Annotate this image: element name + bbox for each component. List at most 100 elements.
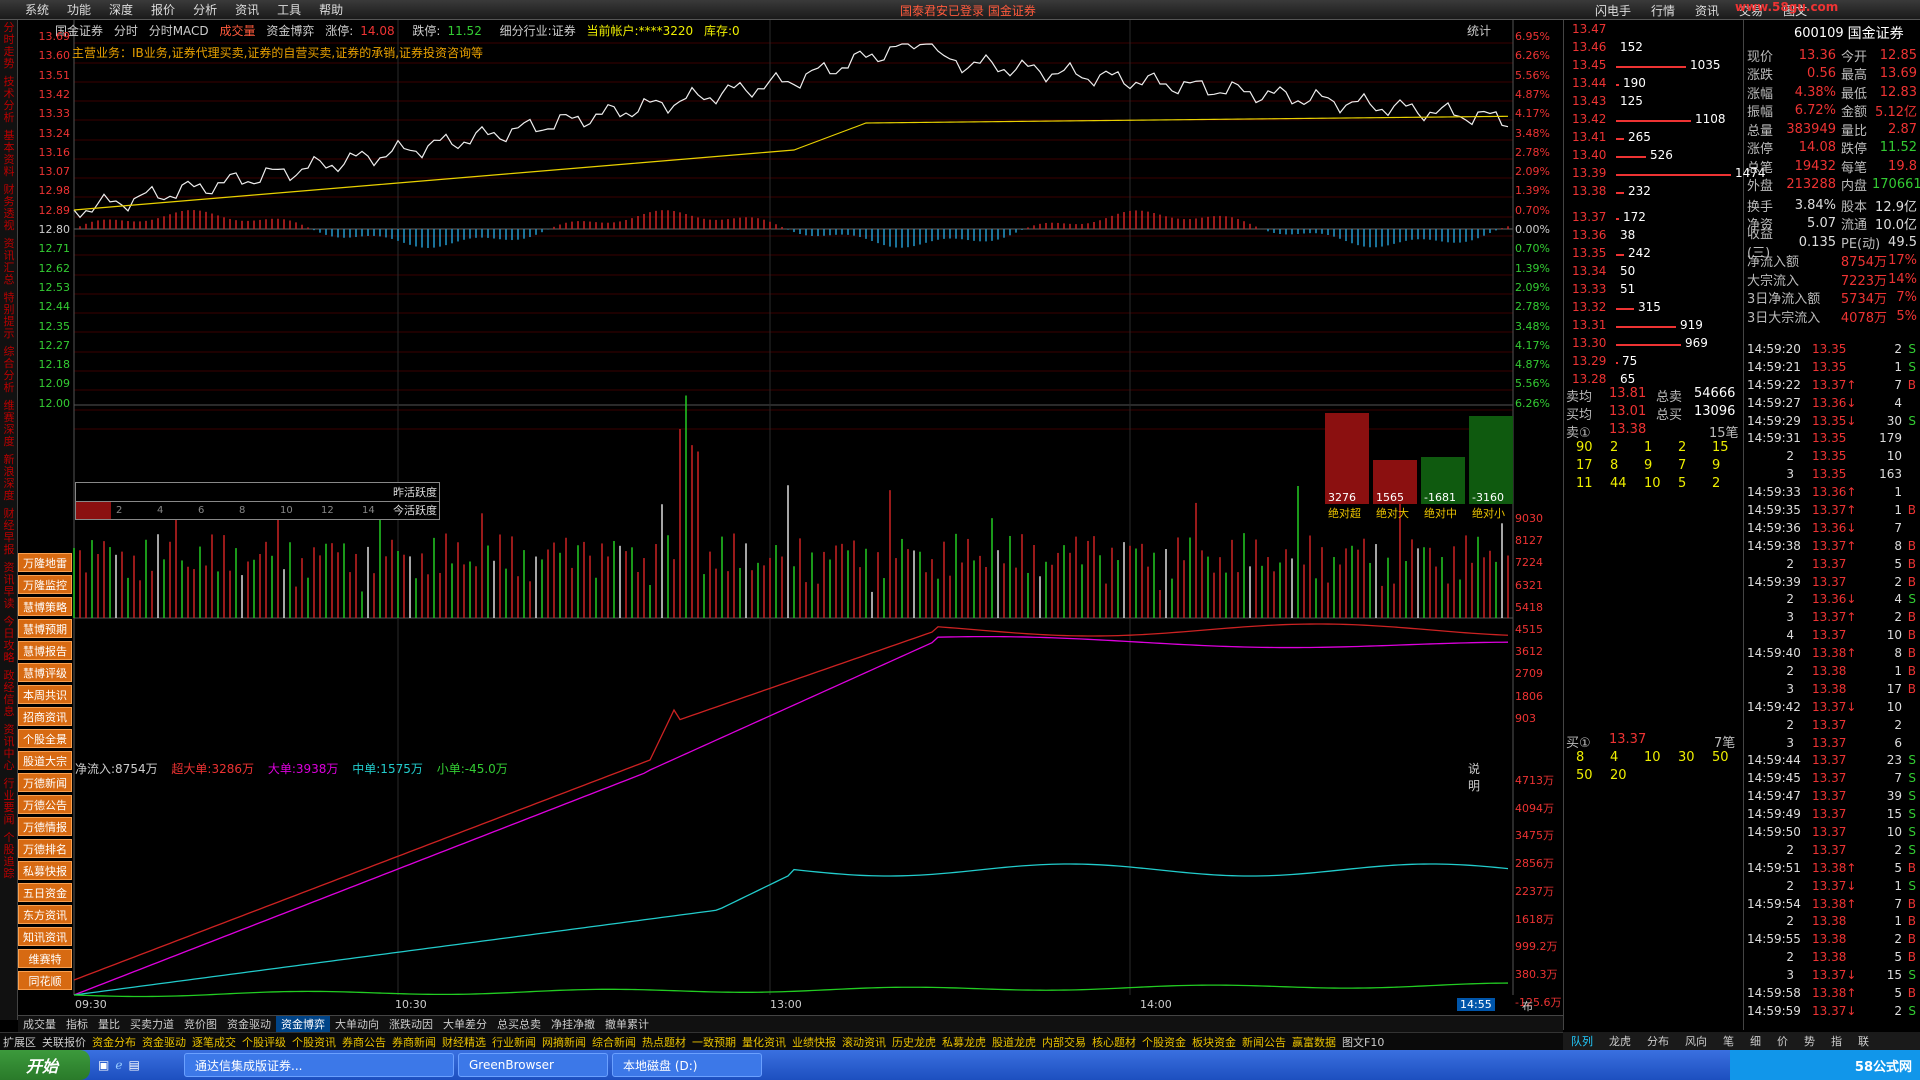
sidebar-tab-13[interactable]: 资讯中心 — [2, 724, 16, 772]
bottom-tab-2[interactable]: 量比 — [93, 1016, 125, 1032]
sidebar-tab-11[interactable]: 今日攻略 — [2, 616, 16, 664]
bottom-tab2-12[interactable]: 综合新闻 — [589, 1034, 639, 1050]
orange-btn-8[interactable]: 个股全景 — [18, 729, 72, 748]
menu-item-4[interactable]: 分析 — [184, 1, 226, 18]
right-tab-4[interactable]: 笔 — [1715, 1033, 1742, 1049]
menu-right-1[interactable]: 行情 — [1641, 2, 1685, 19]
menu-item-2[interactable]: 深度 — [100, 1, 142, 18]
bottom-tab2-1[interactable]: 关联报价 — [39, 1034, 89, 1050]
bottom-tab2-21[interactable]: 内部交易 — [1039, 1034, 1089, 1050]
bottom-tab-9[interactable]: 大单差分 — [438, 1016, 492, 1032]
orange-btn-4[interactable]: 慧博报告 — [18, 641, 72, 660]
orange-btn-14[interactable]: 私募快报 — [18, 861, 72, 880]
bottom-tab2-20[interactable]: 股道龙虎 — [989, 1034, 1039, 1050]
bottom-tab-1[interactable]: 指标 — [61, 1016, 93, 1032]
right-tab-5[interactable]: 细 — [1742, 1033, 1769, 1049]
orange-btn-19[interactable]: 同花顺 — [18, 971, 72, 990]
right-tab-0[interactable]: 队列 — [1563, 1033, 1601, 1049]
sidebar-tab-3[interactable]: 财务透视 — [2, 184, 16, 232]
bottom-tab2-16[interactable]: 业绩快报 — [789, 1034, 839, 1050]
bottom-tab-12[interactable]: 撤单累计 — [600, 1016, 654, 1032]
tab-macd[interactable]: 分时MACD — [149, 24, 209, 38]
bottom-tab2-19[interactable]: 私募龙虎 — [939, 1034, 989, 1050]
menu-right-2[interactable]: 资讯 — [1685, 2, 1729, 19]
sidebar-tab-2[interactable]: 基本资料 — [2, 130, 16, 178]
bottom-tab2-9[interactable]: 财经精选 — [439, 1034, 489, 1050]
orange-btn-2[interactable]: 慧博策略 — [18, 597, 72, 616]
bottom-tab2-15[interactable]: 量化资讯 — [739, 1034, 789, 1050]
right-tab-9[interactable]: 联 — [1850, 1033, 1877, 1049]
bottom-tab2-25[interactable]: 新闻公告 — [1239, 1034, 1289, 1050]
tab-fenshi[interactable]: 分时 — [114, 24, 138, 38]
sidebar-tab-10[interactable]: 资讯早读 — [2, 562, 16, 610]
bottom-tab-8[interactable]: 涨跌动因 — [384, 1016, 438, 1032]
orange-btn-13[interactable]: 万德排名 — [18, 839, 72, 858]
orange-btn-3[interactable]: 慧博预期 — [18, 619, 72, 638]
bottom-tab-10[interactable]: 总买总卖 — [492, 1016, 546, 1032]
bottom-tab-0[interactable]: 成交量 — [18, 1016, 61, 1032]
bottom-tab2-0[interactable]: 扩展区 — [0, 1034, 39, 1050]
bottom-tab-3[interactable]: 买卖力道 — [125, 1016, 179, 1032]
right-tab-6[interactable]: 价 — [1769, 1033, 1796, 1049]
bottom-tab2-18[interactable]: 历史龙虎 — [889, 1034, 939, 1050]
bottom-tab-4[interactable]: 竞价图 — [179, 1016, 222, 1032]
sidebar-tab-0[interactable]: 分时走势 — [2, 22, 16, 70]
bottom-tab2-27[interactable]: 图文F10 — [1339, 1034, 1387, 1050]
sidebar-tab-4[interactable]: 资讯汇总 — [2, 238, 16, 286]
bottom-tab2-3[interactable]: 资金驱动 — [139, 1034, 189, 1050]
bottom-tab2-2[interactable]: 资金分布 — [89, 1034, 139, 1050]
orange-btn-7[interactable]: 招商资讯 — [18, 707, 72, 726]
sidebar-tab-15[interactable]: 个股追踪 — [2, 832, 16, 880]
bottom-tab-6[interactable]: 资金博弈 — [276, 1016, 330, 1032]
orange-btn-10[interactable]: 万德新闻 — [18, 773, 72, 792]
sidebar-tab-1[interactable]: 技术分析 — [2, 76, 16, 124]
bottom-tab2-8[interactable]: 券商新闻 — [389, 1034, 439, 1050]
menu-item-3[interactable]: 报价 — [142, 1, 184, 18]
orange-btn-17[interactable]: 知讯资讯 — [18, 927, 72, 946]
bottom-tab2-10[interactable]: 行业新闻 — [489, 1034, 539, 1050]
sidebar-tab-7[interactable]: 维赛深度 — [2, 400, 16, 448]
tab-fund-game[interactable]: 资金博弈 — [266, 24, 314, 38]
bottom-tab-11[interactable]: 净挂净撤 — [546, 1016, 600, 1032]
start-button[interactable]: 开始 — [0, 1050, 90, 1080]
bottom-tab2-23[interactable]: 个股资金 — [1139, 1034, 1189, 1050]
task-disk[interactable]: 本地磁盘 (D:) — [612, 1053, 762, 1077]
sidebar-tab-6[interactable]: 综合分析 — [2, 346, 16, 394]
ie-icon[interactable]: ℯ — [115, 1058, 122, 1072]
right-tab-2[interactable]: 分布 — [1639, 1033, 1677, 1049]
menu-item-5[interactable]: 资讯 — [226, 1, 268, 18]
bottom-tab2-17[interactable]: 滚动资讯 — [839, 1034, 889, 1050]
menu-item-0[interactable]: 系统 — [16, 1, 58, 18]
menu-item-1[interactable]: 功能 — [58, 1, 100, 18]
orange-btn-18[interactable]: 维赛特 — [18, 949, 72, 968]
stats-link[interactable]: 统计 — [1467, 22, 1491, 39]
orange-btn-11[interactable]: 万德公告 — [18, 795, 72, 814]
sidebar-tab-14[interactable]: 行业要闻 — [2, 778, 16, 826]
folder-icon[interactable]: ▤ — [128, 1058, 139, 1072]
orange-btn-16[interactable]: 东方资讯 — [18, 905, 72, 924]
right-tab-8[interactable]: 指 — [1823, 1033, 1850, 1049]
sidebar-tab-9[interactable]: 财经早报 — [2, 508, 16, 556]
bottom-tab2-5[interactable]: 个股评级 — [239, 1034, 289, 1050]
bottom-tab2-24[interactable]: 板块资金 — [1189, 1034, 1239, 1050]
orange-btn-12[interactable]: 万德情报 — [18, 817, 72, 836]
explain-link[interactable]: 说明 — [1468, 760, 1480, 794]
bottom-tab2-13[interactable]: 热点题材 — [639, 1034, 689, 1050]
right-tab-7[interactable]: 势 — [1796, 1033, 1823, 1049]
orange-btn-15[interactable]: 五日资金 — [18, 883, 72, 902]
orange-btn-9[interactable]: 股道大宗 — [18, 751, 72, 770]
task-tdx[interactable]: 通达信集成版证券... — [184, 1053, 454, 1077]
orange-btn-1[interactable]: 万隆监控 — [18, 575, 72, 594]
menu-item-6[interactable]: 工具 — [268, 1, 310, 18]
sidebar-tab-12[interactable]: 政经信息 — [2, 670, 16, 718]
tab-volume[interactable]: 成交量 — [220, 24, 256, 38]
right-tab-1[interactable]: 龙虎 — [1601, 1033, 1639, 1049]
orange-btn-0[interactable]: 万隆地雷 — [18, 553, 72, 572]
menu-item-7[interactable]: 帮助 — [310, 1, 352, 18]
orange-btn-5[interactable]: 慧博评级 — [18, 663, 72, 682]
bottom-tab2-4[interactable]: 逐笔成交 — [189, 1034, 239, 1050]
bottom-tab2-6[interactable]: 个股资讯 — [289, 1034, 339, 1050]
bottom-tab2-26[interactable]: 赢富数据 — [1289, 1034, 1339, 1050]
bottom-tab2-11[interactable]: 网摘新闻 — [539, 1034, 589, 1050]
orange-btn-6[interactable]: 本周共识 — [18, 685, 72, 704]
